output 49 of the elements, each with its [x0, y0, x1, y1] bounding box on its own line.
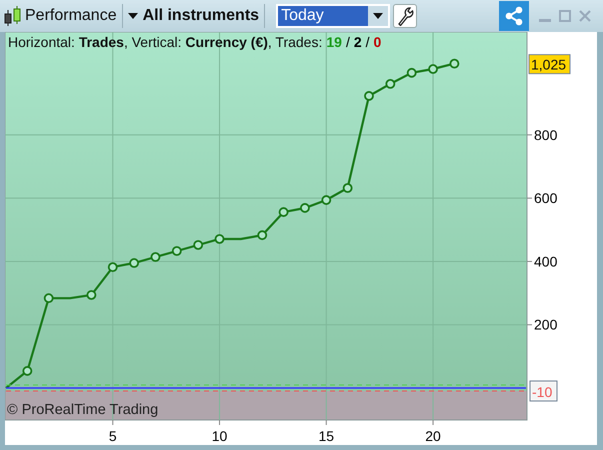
caret-icon: [128, 13, 138, 19]
wrench-icon: [396, 6, 414, 26]
point: [278, 207, 288, 217]
close-icon[interactable]: [579, 10, 591, 22]
value-tag: 1,025: [528, 54, 570, 74]
trade-count: 0: [374, 34, 382, 50]
share-button[interactable]: [499, 1, 529, 31]
point: [342, 183, 353, 193]
point: [428, 64, 438, 74]
window-title: Performance: [25, 7, 117, 25]
chart-description: Horizontal: Trades, Vertical: Currency (€), Trades:: [8, 34, 322, 50]
y-axis-label: 800: [534, 126, 558, 143]
point: [385, 79, 396, 89]
caret-icon: [373, 13, 384, 19]
point: [214, 234, 224, 244]
instruments-dropdown[interactable]: All instruments: [128, 7, 260, 25]
point: [193, 240, 204, 250]
point: [300, 203, 310, 213]
maximize-icon[interactable]: [559, 10, 571, 22]
point: [321, 195, 332, 205]
point: [108, 262, 118, 272]
x-axis-label: 10: [212, 428, 228, 444]
annotation: 1,025: [531, 56, 566, 73]
point: [364, 91, 374, 101]
trade-count: 19: [326, 34, 342, 50]
y-axis-label: 200: [534, 316, 558, 333]
settings-button[interactable]: [393, 4, 418, 28]
period-dropdown[interactable]: Today: [276, 4, 390, 28]
point: [44, 293, 54, 304]
x-axis-label: 20: [425, 428, 441, 444]
point: [22, 366, 32, 376]
point: [86, 290, 96, 300]
separator-text: /: [346, 34, 350, 50]
point: [150, 252, 160, 262]
separator-text: /: [366, 34, 370, 50]
point: [450, 58, 460, 69]
point: [257, 230, 268, 240]
x-axis-label: 15: [318, 428, 334, 444]
x-axis-label: 5: [108, 428, 117, 444]
point: [406, 68, 417, 78]
point: [129, 258, 140, 268]
y-axis-label: 600: [534, 190, 558, 206]
share-icon: [504, 6, 524, 26]
trade-count: 2: [354, 34, 362, 50]
copyright-text: © ProRealTime Trading: [7, 402, 158, 418]
point: [172, 246, 182, 256]
y-axis-label: 400: [534, 253, 558, 270]
candlestick-icon: [3, 4, 23, 28]
value-tag: -10: [530, 380, 558, 402]
